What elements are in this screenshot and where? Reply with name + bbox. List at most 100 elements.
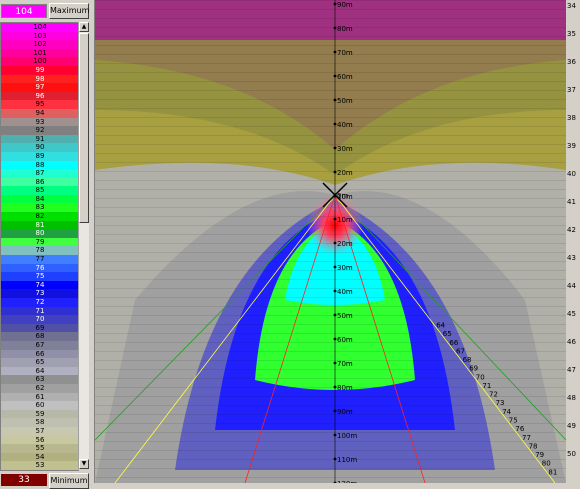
- ruler-label: 35: [567, 30, 576, 38]
- palette-item[interactable]: 101: [1, 48, 79, 58]
- palette-item[interactable]: 77: [1, 255, 79, 264]
- palette-item[interactable]: 80: [1, 229, 79, 238]
- palette-item[interactable]: 74: [1, 280, 79, 290]
- range-label: 70m: [337, 49, 353, 57]
- coverage-plot[interactable]: 90m80m70m60m50m40m30m20m10m0m10m20m30m40…: [95, 0, 566, 483]
- palette-scrollbar[interactable]: ▲ ▼: [78, 22, 89, 469]
- contour-lines: [95, 0, 566, 483]
- palette-item[interactable]: 81: [1, 220, 79, 230]
- palette-list-box[interactable]: 104 103 102 101 100 99 98 97 96 95 94 93 92 91 90 89 88 8…: [0, 22, 79, 471]
- diagonal-label: 64: [436, 322, 445, 330]
- diagonal-label: 72: [489, 391, 498, 399]
- palette-item[interactable]: 82: [1, 212, 79, 221]
- palette-item[interactable]: 58: [1, 418, 79, 427]
- palette-item[interactable]: 67: [1, 340, 79, 350]
- range-tick: [333, 409, 337, 413]
- range-tick: [333, 2, 337, 6]
- palette-item[interactable]: 97: [1, 83, 79, 92]
- palette-item[interactable]: 93: [1, 117, 79, 127]
- arrow-up-icon[interactable]: ▲: [79, 22, 89, 32]
- palette-item[interactable]: 92: [1, 126, 79, 135]
- palette-item[interactable]: 61: [1, 392, 79, 402]
- palette-item[interactable]: 79: [1, 237, 79, 247]
- palette-item[interactable]: 91: [1, 134, 79, 144]
- range-tick: [333, 146, 337, 150]
- ruler-label: 46: [567, 338, 576, 346]
- range-label: 30m: [337, 145, 353, 153]
- ruler-label: 50: [567, 450, 576, 458]
- palette-item[interactable]: 63: [1, 375, 79, 384]
- palette-item[interactable]: 99: [1, 65, 79, 75]
- palette-item[interactable]: 84: [1, 194, 79, 204]
- palette-item[interactable]: 83: [1, 203, 79, 213]
- palette-item[interactable]: 64: [1, 366, 79, 376]
- palette-item[interactable]: 60: [1, 401, 79, 410]
- palette-item[interactable]: 90: [1, 143, 79, 152]
- palette-item[interactable]: 72: [1, 298, 79, 307]
- range-label: 80m: [337, 384, 353, 392]
- right-ruler: 34 35 36 37 38 39 40 41 42 43 44 45 46 47 48 49 50: [566, 0, 580, 483]
- palette-item[interactable]: 56: [1, 435, 79, 445]
- palette-item[interactable]: 73: [1, 289, 79, 298]
- palette-item[interactable]: 88: [1, 160, 79, 170]
- diagonal-label: 68: [463, 356, 472, 364]
- palette-item[interactable]: 78: [1, 246, 79, 256]
- palette-item[interactable]: 69: [1, 323, 79, 333]
- palette-list[interactable]: 104 103 102 101 100 99 98 97 96 95 94 93 92 91 90 89 88 8…: [1, 23, 79, 470]
- ruler-label: 45: [567, 310, 576, 318]
- palette-item[interactable]: 96: [1, 91, 79, 101]
- diagonal-label: 74: [502, 408, 511, 416]
- ruler-label: 40: [567, 170, 576, 178]
- min-value-field[interactable]: 33: [1, 474, 47, 486]
- palette-item[interactable]: 65: [1, 358, 79, 367]
- palette-item[interactable]: 104: [1, 23, 79, 32]
- max-value-field[interactable]: 104: [1, 4, 47, 18]
- palette-item[interactable]: 59: [1, 409, 79, 419]
- palette-item[interactable]: 62: [1, 383, 79, 393]
- maximum-button[interactable]: Maximum: [49, 3, 89, 19]
- range-label: 110m: [337, 456, 357, 464]
- palette-item[interactable]: 71: [1, 306, 79, 316]
- palette-item[interactable]: 102: [1, 40, 79, 49]
- palette-item[interactable]: 85: [1, 186, 79, 195]
- palette-item[interactable]: 66: [1, 349, 79, 359]
- ruler-label: 47: [567, 366, 576, 374]
- palette-item[interactable]: 76: [1, 263, 79, 273]
- palette-item[interactable]: 53: [1, 461, 79, 470]
- diagonal-label: 75: [509, 417, 518, 425]
- ruler-label: 48: [567, 394, 576, 402]
- range-label: 70m: [337, 360, 353, 368]
- palette-item[interactable]: 75: [1, 272, 79, 281]
- palette-item[interactable]: 86: [1, 177, 79, 187]
- palette-item[interactable]: 98: [1, 74, 79, 84]
- palette-item[interactable]: 70: [1, 315, 79, 324]
- diagonal-label: 65: [443, 330, 452, 338]
- palette-item[interactable]: 87: [1, 169, 79, 178]
- palette-item[interactable]: 95: [1, 100, 79, 109]
- palette-item[interactable]: 57: [1, 426, 79, 436]
- minimum-button[interactable]: Minimum: [49, 473, 89, 489]
- diagonal-label: 79: [535, 451, 544, 459]
- palette-item[interactable]: 103: [1, 31, 79, 41]
- range-label: 50m: [337, 312, 353, 320]
- range-tick: [333, 74, 337, 78]
- ruler-label: 44: [567, 282, 576, 290]
- diagonal-label: 78: [529, 442, 538, 450]
- palette-item[interactable]: 55: [1, 444, 79, 453]
- range-label: 20m: [337, 240, 353, 248]
- diagonal-label: 76: [515, 425, 524, 433]
- palette-item[interactable]: 68: [1, 332, 79, 341]
- arrow-down-icon[interactable]: ▼: [79, 459, 89, 469]
- palette-item[interactable]: 89: [1, 151, 79, 161]
- scrollbar-thumb[interactable]: [79, 33, 89, 223]
- diagonal-label: 70: [476, 373, 485, 381]
- range-label: 50m: [337, 97, 353, 105]
- palette-item[interactable]: 100: [1, 57, 79, 66]
- palette-item[interactable]: 54: [1, 452, 79, 462]
- range-label: 40m: [337, 288, 353, 296]
- diagonal-label: 71: [482, 382, 491, 390]
- palette-item[interactable]: 52: [1, 469, 79, 470]
- range-tick: [333, 313, 337, 317]
- range-tick: [333, 217, 337, 221]
- palette-item[interactable]: 94: [1, 108, 79, 118]
